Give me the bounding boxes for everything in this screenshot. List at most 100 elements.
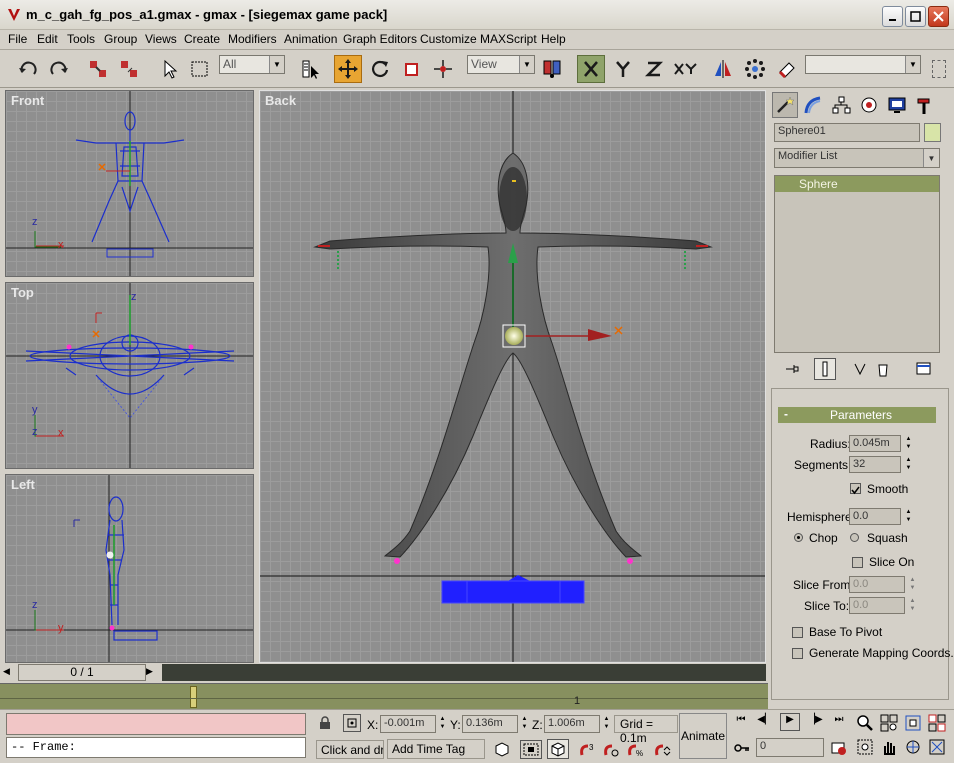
chop-radio[interactable] (794, 533, 803, 542)
configure-modifier-sets-button[interactable] (914, 360, 934, 378)
maximize-viewport-button[interactable] (928, 738, 946, 756)
menu-edit[interactable]: Edit (37, 32, 58, 46)
time-configuration-button[interactable] (830, 740, 848, 756)
rollout-header[interactable]: - Parameters (778, 407, 936, 423)
z-coord-spinner[interactable]: ▲ ▼ (602, 715, 611, 732)
slice-to-field[interactable]: 0.0 (849, 597, 905, 614)
object-color-swatch[interactable] (924, 123, 941, 142)
absolute-mode-button[interactable] (343, 714, 361, 732)
mirror-button[interactable] (709, 55, 737, 83)
viewport-top[interactable]: Top y z x z (5, 282, 254, 469)
select-and-rotate-button[interactable] (366, 55, 394, 83)
spinner-snap-button[interactable] (652, 740, 672, 758)
radius-spinner[interactable]: ▲ ▼ (904, 435, 913, 452)
tab-motion[interactable] (856, 92, 882, 118)
slice-on-checkbox[interactable] (852, 557, 863, 568)
viewport-left[interactable]: Left z y (5, 474, 254, 663)
toolbar-grip[interactable] (932, 60, 946, 78)
field-of-view-button[interactable] (856, 738, 874, 756)
select-and-move-button[interactable] (334, 55, 362, 83)
pixel-snap-button[interactable] (547, 739, 569, 759)
arc-rotate-button[interactable] (904, 738, 922, 756)
menu-group[interactable]: Group (104, 32, 137, 46)
menu-file[interactable]: File (8, 32, 27, 46)
z-coord-field[interactable]: 1.006m (544, 715, 600, 733)
previous-frame-button[interactable]: ◀▏ (756, 714, 774, 730)
track-bar[interactable]: 1 (0, 683, 768, 709)
radius-field[interactable]: 0.045m (849, 435, 901, 452)
show-end-result-button[interactable] (814, 358, 836, 380)
zoom-extents-button[interactable] (904, 714, 922, 732)
tab-modify[interactable] (800, 92, 826, 118)
slice-from-spinner[interactable]: ▲ ▼ (908, 576, 917, 593)
segments-spinner[interactable]: ▲ ▼ (904, 456, 913, 473)
remove-modifier-button[interactable] (874, 360, 892, 378)
degradation-override-button[interactable] (520, 740, 542, 759)
maxscript-output[interactable]: -- Frame: (6, 737, 306, 758)
close-button[interactable] (928, 6, 949, 27)
tab-utilities[interactable] (912, 92, 938, 118)
region-select-button[interactable] (186, 55, 214, 83)
viewport-back[interactable]: Back (259, 90, 766, 663)
pivot-center-button[interactable] (538, 55, 566, 83)
time-slider-track[interactable] (162, 664, 766, 681)
next-frame-button[interactable]: ▕▶ (806, 714, 824, 730)
select-and-scale-button[interactable] (398, 55, 426, 83)
undo-button[interactable] (14, 55, 42, 83)
modifier-stack[interactable]: Sphere (774, 175, 940, 353)
viewport-front[interactable]: Front z x (5, 90, 254, 277)
menu-help[interactable]: Help (541, 32, 566, 46)
lock-selection-button[interactable] (318, 716, 332, 730)
menu-animation[interactable]: Animation (284, 32, 337, 46)
maxscript-listener-input[interactable] (6, 713, 306, 735)
selection-filter-dropdown[interactable]: All ▼ (219, 55, 285, 74)
minimize-button[interactable] (882, 6, 903, 27)
object-name-field[interactable]: Sphere01 (774, 123, 920, 142)
current-frame-field[interactable]: 0 (756, 738, 824, 757)
y-coord-field[interactable]: 0.136m (462, 715, 518, 733)
menu-create[interactable]: Create (184, 32, 220, 46)
animate-button[interactable]: Animate (679, 713, 727, 759)
named-selection-dropdown[interactable]: ▼ (805, 55, 921, 74)
track-bar-keyframe[interactable] (190, 686, 197, 708)
pin-stack-button[interactable] (782, 360, 802, 378)
squash-radio[interactable] (850, 533, 859, 542)
menu-customize[interactable]: Customize (420, 32, 477, 46)
slice-from-field[interactable]: 0.0 (849, 576, 905, 593)
restrict-to-z-button[interactable] (640, 55, 668, 83)
time-slider-thumb[interactable]: 0 / 1 (18, 664, 146, 681)
menu-graph-editors[interactable]: Graph Editors (343, 32, 417, 46)
select-object-button[interactable] (155, 55, 183, 83)
zoom-all-button[interactable] (880, 714, 898, 732)
add-time-tag-button[interactable]: Add Time Tag (387, 739, 485, 759)
manipulate-button[interactable] (429, 55, 457, 83)
slice-to-spinner[interactable]: ▲ ▼ (908, 597, 917, 614)
selection-lock-toggle[interactable] (492, 740, 512, 758)
hemisphere-spinner[interactable]: ▲ ▼ (904, 508, 913, 525)
snap-toggle-button[interactable]: 3 (577, 740, 597, 758)
restrict-to-x-button[interactable] (577, 55, 605, 83)
tab-create[interactable] (772, 92, 798, 118)
menu-views[interactable]: Views (145, 32, 177, 46)
make-unique-button[interactable] (852, 360, 870, 378)
tab-hierarchy[interactable] (828, 92, 854, 118)
time-slider-prev-button[interactable]: ◀ (3, 666, 17, 680)
restrict-to-xy-button[interactable] (672, 55, 700, 83)
key-mode-toggle[interactable] (733, 740, 751, 756)
angle-snap-button[interactable] (601, 740, 621, 758)
menu-tools[interactable]: Tools (67, 32, 95, 46)
restrict-to-y-button[interactable] (609, 55, 637, 83)
x-coord-field[interactable]: -0.001m (380, 715, 436, 733)
time-slider-next-button[interactable]: ▶ (146, 666, 160, 680)
hemisphere-field[interactable]: 0.0 (849, 508, 901, 525)
base-to-pivot-checkbox[interactable] (792, 627, 803, 638)
segments-field[interactable]: 32 (849, 456, 901, 473)
array-button[interactable] (741, 55, 769, 83)
reference-coordinate-dropdown[interactable]: View ▼ (467, 55, 535, 74)
percent-snap-button[interactable]: % (625, 740, 645, 758)
redo-button[interactable] (45, 55, 73, 83)
x-coord-spinner[interactable]: ▲ ▼ (438, 715, 447, 732)
spacing-tool-button[interactable] (773, 55, 801, 83)
select-and-link-button[interactable] (84, 55, 112, 83)
unlink-selection-button[interactable] (115, 55, 143, 83)
